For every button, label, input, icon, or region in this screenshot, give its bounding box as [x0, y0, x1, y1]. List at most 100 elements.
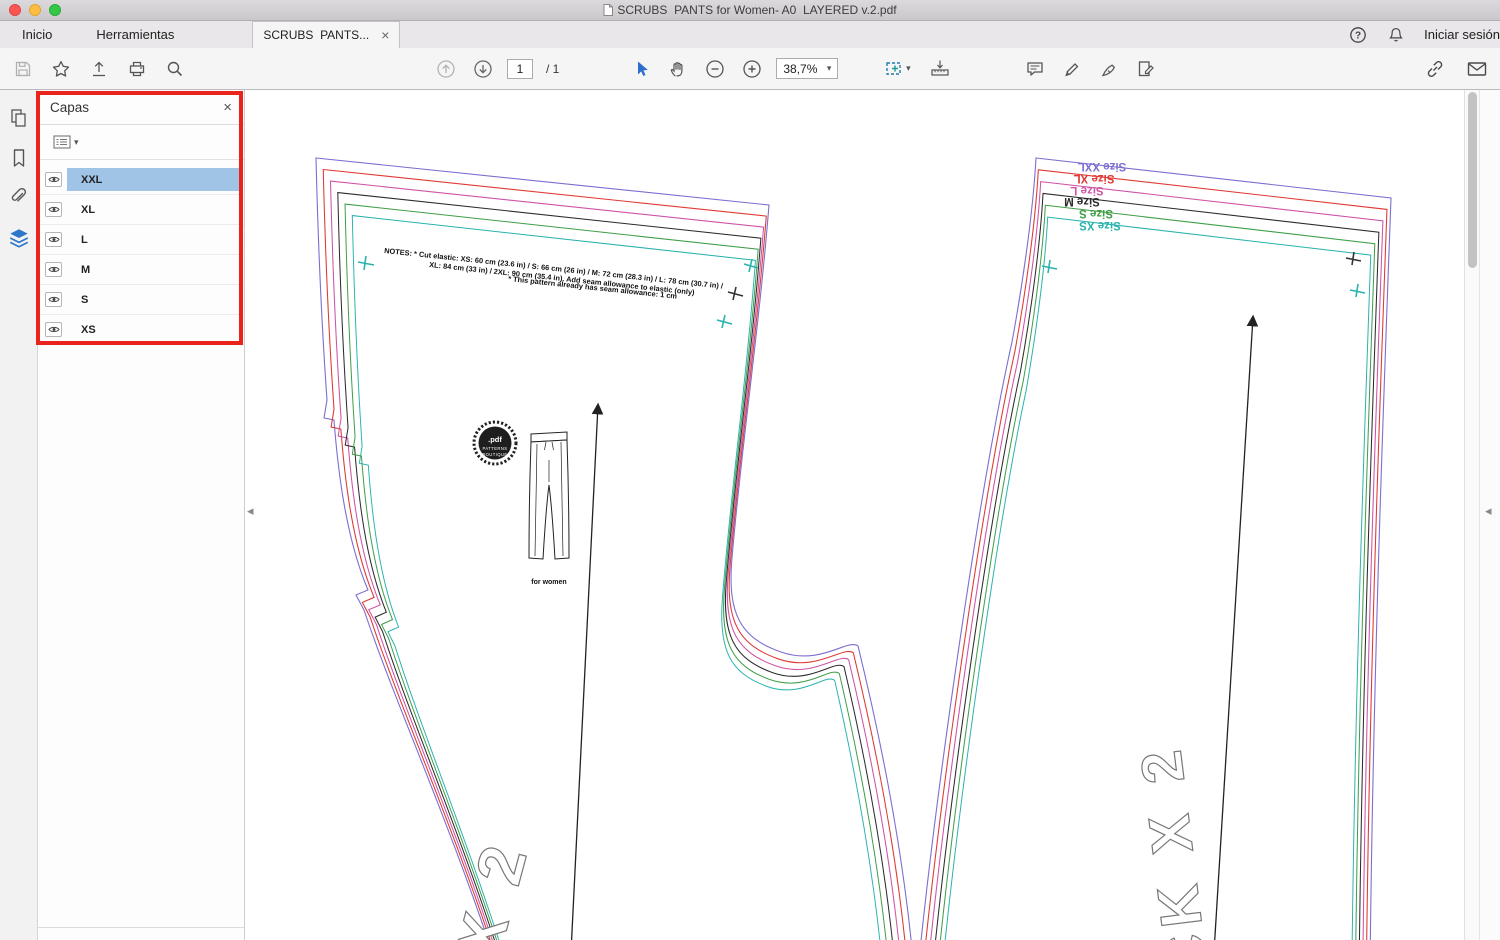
- attachments-button[interactable]: [7, 186, 31, 210]
- share-button[interactable]: [86, 56, 112, 82]
- page-up-icon: [437, 59, 455, 78]
- pants-illustration: [528, 431, 570, 560]
- share-upload-icon: [93, 61, 105, 76]
- layer-row-l[interactable]: L: [38, 225, 244, 255]
- eye-icon: [47, 206, 60, 213]
- notifications-button[interactable]: [1386, 22, 1406, 48]
- highlighter-pen-icon: [1065, 62, 1079, 76]
- send-email-button[interactable]: [1464, 56, 1490, 82]
- layer-visibility-toggle[interactable]: [45, 322, 62, 337]
- main-area: Capas × ▾ XXL XL L M S XS NOTES: * Cut e…: [0, 90, 1500, 940]
- comment-bubble-icon: [1027, 61, 1043, 76]
- expand-tools-handle[interactable]: ◂: [1485, 503, 1492, 519]
- stamp-tool-button[interactable]: [1133, 56, 1159, 82]
- menu-inicio[interactable]: Inicio: [0, 27, 74, 42]
- grainline-arrow-front: [570, 402, 604, 940]
- layers-button[interactable]: [7, 226, 31, 250]
- collapse-panel-handle[interactable]: ◂: [247, 503, 254, 519]
- size-outline-m: [337, 192, 897, 940]
- star-icon: [52, 60, 70, 77]
- layer-row-xxl[interactable]: XXL: [38, 165, 244, 195]
- document-tab[interactable]: SCRUBS PANTS... ×: [252, 21, 401, 49]
- hand-tool-button[interactable]: [665, 56, 691, 82]
- grainline-arrow-back: [1214, 314, 1259, 940]
- back-piece-cut-text: CK X 2: [1128, 739, 1221, 940]
- pattern-notes: NOTES: * Cut elastic: XS: 60 cm (23.6 in…: [384, 246, 724, 301]
- svg-text:PATTERNS: PATTERNS: [483, 446, 508, 451]
- next-page-button[interactable]: [470, 56, 496, 82]
- eye-icon: [47, 326, 60, 333]
- pages-icon: [10, 109, 26, 127]
- svg-text:?: ?: [1355, 30, 1361, 41]
- highlight-tool-button[interactable]: [1059, 56, 1085, 82]
- layers-panel-title: Capas: [50, 99, 90, 115]
- layer-visibility-toggle[interactable]: [45, 232, 62, 247]
- size-outline-xs: [351, 215, 886, 940]
- previous-page-button[interactable]: [433, 56, 459, 82]
- tab-bar: Inicio Herramientas SCRUBS PANTS... × ? …: [0, 21, 1500, 49]
- navigation-rail: [0, 90, 38, 940]
- layer-label[interactable]: XXL: [67, 168, 242, 191]
- layers-icon: [9, 229, 28, 248]
- layer-label[interactable]: L: [67, 228, 242, 251]
- page-thumbnails-button[interactable]: [7, 106, 31, 130]
- page-number-input[interactable]: [507, 58, 533, 79]
- page-down-icon: [474, 59, 492, 78]
- comment-tool-button[interactable]: [1022, 56, 1048, 82]
- measure-tool-button[interactable]: [927, 56, 953, 82]
- document-canvas[interactable]: NOTES: * Cut elastic: XS: 60 cm (23.6 in…: [246, 90, 1464, 940]
- vertical-scrollbar[interactable]: [1464, 90, 1479, 940]
- svg-text:.pdf: .pdf: [488, 435, 502, 444]
- layer-row-m[interactable]: M: [38, 255, 244, 285]
- print-button[interactable]: [124, 56, 150, 82]
- tab-close-icon[interactable]: ×: [381, 28, 389, 42]
- layer-row-xs[interactable]: XS: [38, 315, 244, 345]
- bell-icon: [1389, 27, 1403, 41]
- fill-sign-tool-button[interactable]: [1096, 56, 1122, 82]
- hand-icon: [671, 61, 683, 76]
- help-button[interactable]: ?: [1348, 22, 1368, 48]
- layer-label[interactable]: S: [67, 288, 242, 311]
- share-link-button[interactable]: [1422, 56, 1448, 82]
- size-label-l: Size L: [1070, 184, 1103, 196]
- panel-close-icon[interactable]: ×: [223, 99, 232, 116]
- size-label-xs: Size XS: [1079, 219, 1121, 231]
- layer-visibility-toggle[interactable]: [45, 292, 62, 307]
- menu-herramientas[interactable]: Herramientas: [74, 27, 196, 42]
- select-tool-button[interactable]: [628, 56, 654, 82]
- page-fit-tool-button[interactable]: ▾: [878, 56, 916, 82]
- sign-in-button[interactable]: Iniciar sesión: [1424, 27, 1500, 42]
- help-icon: ?: [1350, 26, 1366, 43]
- bookmark-icon: [13, 149, 24, 167]
- layer-visibility-toggle[interactable]: [45, 262, 62, 277]
- zoom-out-icon: [706, 59, 724, 78]
- layer-label[interactable]: M: [67, 258, 242, 281]
- layer-label[interactable]: XS: [67, 318, 242, 341]
- zoom-out-button[interactable]: [702, 56, 728, 82]
- pdf-file-icon: [603, 4, 614, 16]
- layer-row-s[interactable]: S: [38, 285, 244, 315]
- zoom-in-button[interactable]: [739, 56, 765, 82]
- favorites-button[interactable]: [48, 56, 74, 82]
- layer-visibility-toggle[interactable]: [45, 202, 62, 217]
- layer-row-xl[interactable]: XL: [38, 195, 244, 225]
- scrollbar-thumb[interactable]: [1468, 92, 1477, 268]
- zoom-in-icon: [743, 59, 761, 78]
- document-tab-label: SCRUBS PANTS...: [263, 28, 370, 42]
- size-outline-s: [344, 203, 891, 940]
- layer-list: XXL XL L M S XS: [38, 165, 244, 345]
- zoom-level-dropdown[interactable]: 38,7% ▾: [776, 58, 839, 79]
- bookmarks-button[interactable]: [7, 146, 31, 170]
- layer-label[interactable]: XL: [67, 198, 242, 221]
- layer-options-menu[interactable]: ▾: [50, 132, 82, 152]
- window-title: SCRUBS PANTS for Women- A0 LAYERED v.2.p…: [0, 3, 1500, 17]
- eye-icon: [47, 236, 60, 243]
- search-button[interactable]: [162, 56, 188, 82]
- options-list-icon: [53, 135, 71, 149]
- document-pen-icon: [1139, 60, 1155, 76]
- save-button[interactable]: [10, 56, 36, 82]
- printer-icon: [129, 61, 145, 76]
- paperclip-icon: [11, 187, 26, 202]
- layer-visibility-toggle[interactable]: [45, 172, 62, 187]
- ruler-icon: [931, 60, 949, 76]
